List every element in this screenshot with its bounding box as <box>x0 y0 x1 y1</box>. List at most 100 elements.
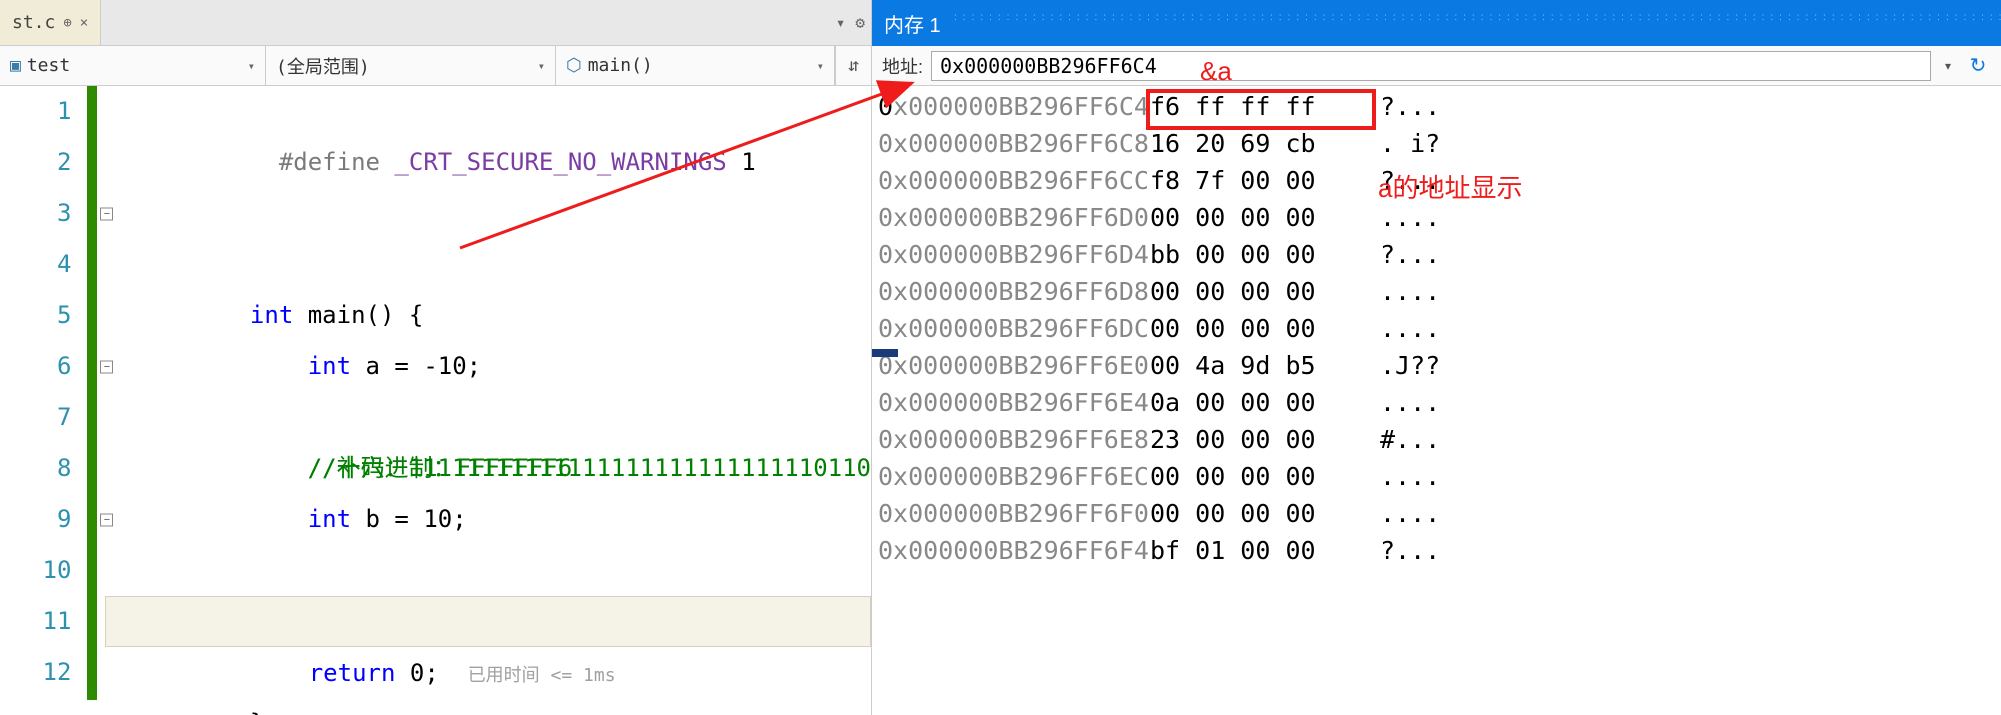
code-line[interactable]: //十六进制：FFFFFFF6 <box>105 392 871 443</box>
memory-address: 0x000000BB296FF6F4 <box>872 532 1150 569</box>
tab-overflow-icon[interactable]: ▾ <box>836 13 846 32</box>
memory-address: 0x000000BB296FF6F0 <box>872 495 1150 532</box>
editor-pane: st.c ⊕ × ▾ ⚙ ▣ test ▾ (全局范围) ▾ ⬡ main() … <box>0 0 872 715</box>
code-line[interactable]: } <box>105 647 871 698</box>
memory-address: 0x000000BB296FF6D8 <box>872 273 1150 310</box>
memory-row[interactable]: 0x000000BB296FF6E823 00 00 00#... <box>872 421 2001 458</box>
line-number: 3 <box>0 188 71 239</box>
memory-bytes: 00 00 00 00 <box>1150 273 1368 310</box>
line-number: 6 <box>0 341 71 392</box>
function-label: main() <box>588 55 653 76</box>
memory-row[interactable]: 0x000000BB296FF6CCf8 7f 00 00?... <box>872 162 2001 199</box>
grip-dots: ::::::::::::::::::::::::::::::::::::::::… <box>954 12 2001 34</box>
memory-ascii: ?... <box>1368 88 1440 125</box>
scroll-position-marker <box>872 349 898 357</box>
memory-row[interactable]: 0x000000BB296FF6E000 4a 9d b5.J?? <box>872 347 2001 384</box>
memory-row[interactable]: 0x000000BB296FF6C816 20 69 cb. i? <box>872 125 2001 162</box>
memory-ascii: .... <box>1368 495 1440 532</box>
memory-row[interactable]: 0x000000BB296FF6D800 00 00 00.... <box>872 273 2001 310</box>
memory-bytes: bf 01 00 00 <box>1150 532 1368 569</box>
code-line[interactable]: − int main() { <box>105 188 871 239</box>
memory-ascii: .... <box>1368 384 1440 421</box>
chevron-down-icon[interactable]: ▾ <box>1939 59 1957 73</box>
memory-address: 0x000000BB296FF6D4 <box>872 236 1150 273</box>
memory-pane: 内存 1 :::::::::::::::::::::::::::::::::::… <box>872 0 2001 715</box>
code-column[interactable]: #define _CRT_SECURE_NO_WARNINGS 1 − int … <box>87 86 871 715</box>
chevron-down-icon: ▾ <box>248 59 255 73</box>
memory-address: 0x000000BB296FF6C8 <box>872 125 1150 162</box>
memory-ascii: .... <box>1368 273 1440 310</box>
chevron-down-icon: ▾ <box>538 59 545 73</box>
line-number: 1 <box>0 86 71 137</box>
memory-bytes: 00 00 00 00 <box>1150 458 1368 495</box>
memory-ascii: . i? <box>1368 125 1440 162</box>
memory-row[interactable]: 0x000000BB296FF6D000 00 00 00.... <box>872 199 2001 236</box>
scope-dropdown[interactable]: ▣ test ▾ <box>0 46 266 85</box>
memory-row[interactable]: 0x000000BB296FF6E40a 00 00 00.... <box>872 384 2001 421</box>
code-line[interactable]: int a = -10; <box>105 290 871 341</box>
line-number: 5 <box>0 290 71 341</box>
namespace-dropdown[interactable]: (全局范围) ▾ <box>266 46 556 85</box>
split-toggle[interactable]: ⇵ <box>835 46 871 85</box>
memory-ascii: .... <box>1368 458 1440 495</box>
memory-rows-area[interactable]: 0x000000BB296FF6C4f6 ff ff ff?...0x00000… <box>872 86 2001 715</box>
memory-bytes: f8 7f 00 00 <box>1150 162 1368 199</box>
code-area[interactable]: 1 2 3 4 5 6 7 8 9 10 11 12 #define _CRT_… <box>0 86 871 715</box>
memory-ascii: .J?? <box>1368 347 1440 384</box>
address-input[interactable] <box>931 51 1931 81</box>
file-tab[interactable]: st.c ⊕ × <box>0 0 101 45</box>
project-icon: ▣ <box>10 55 21 76</box>
line-number: 8 <box>0 443 71 494</box>
namespace-label: (全局范围) <box>276 53 370 79</box>
line-number: 2 <box>0 137 71 188</box>
memory-ascii: ?... <box>1368 532 1440 569</box>
gear-icon[interactable]: ⚙ <box>855 13 865 32</box>
code-line-current[interactable]: return 0; 已用时间 <= 1ms <box>105 596 871 647</box>
memory-address: 0x000000BB296FF6E8 <box>872 421 1150 458</box>
line-number: 12 <box>0 647 71 698</box>
code-line[interactable] <box>105 137 871 188</box>
tab-filename: st.c <box>12 12 55 33</box>
memory-row[interactable]: 0x000000BB296FF6D4bb 00 00 00?... <box>872 236 2001 273</box>
memory-row[interactable]: 0x000000BB296FF6F000 00 00 00.... <box>872 495 2001 532</box>
memory-address: 0x000000BB296FF6C4 <box>872 88 1150 125</box>
memory-ascii: #... <box>1368 421 1440 458</box>
memory-title: 内存 1 <box>884 9 941 38</box>
code-line[interactable]: //十六进制：0000000A <box>105 545 871 596</box>
code-line[interactable]: − //补码：11111111111111111111111111110110 <box>105 341 871 392</box>
memory-row[interactable]: 0x000000BB296FF6DC00 00 00 00.... <box>872 310 2001 347</box>
memory-row[interactable]: 0x000000BB296FF6C4f6 ff ff ff?... <box>872 88 2001 125</box>
memory-title-bar[interactable]: 内存 1 :::::::::::::::::::::::::::::::::::… <box>872 0 2001 46</box>
fold-toggle[interactable]: − <box>100 360 113 373</box>
memory-address: 0x000000BB296FF6EC <box>872 458 1150 495</box>
code-line[interactable] <box>105 239 871 290</box>
code-line[interactable]: #define _CRT_SECURE_NO_WARNINGS 1 <box>105 86 871 137</box>
refresh-icon[interactable]: ↻ <box>1965 53 1991 78</box>
memory-row[interactable]: 0x000000BB296FF6EC00 00 00 00.... <box>872 458 2001 495</box>
memory-ascii: ?... <box>1368 236 1440 273</box>
code-line[interactable]: int b = 10; <box>105 443 871 494</box>
memory-row[interactable]: 0x000000BB296FF6F4bf 01 00 00?... <box>872 532 2001 569</box>
line-number: 11 <box>0 596 71 647</box>
memory-address: 0x000000BB296FF6D0 <box>872 199 1150 236</box>
fold-toggle[interactable]: − <box>100 513 113 526</box>
memory-bytes: 00 4a 9d b5 <box>1150 347 1368 384</box>
change-margin <box>87 86 97 700</box>
memory-bytes: 00 00 00 00 <box>1150 495 1368 532</box>
close-icon[interactable]: × <box>80 15 88 31</box>
fold-toggle[interactable]: − <box>100 207 113 220</box>
memory-address: 0x000000BB296FF6E0 <box>872 347 1150 384</box>
code-line[interactable]: − //补码：00000000000000000000000000001010 <box>105 494 871 545</box>
memory-bytes: 0a 00 00 00 <box>1150 384 1368 421</box>
memory-bytes: 00 00 00 00 <box>1150 310 1368 347</box>
memory-bytes: 23 00 00 00 <box>1150 421 1368 458</box>
scope-label: test <box>27 55 70 76</box>
address-bar: 地址: ▾ ↻ <box>872 46 2001 86</box>
memory-ascii: .... <box>1368 310 1440 347</box>
memory-address: 0x000000BB296FF6DC <box>872 310 1150 347</box>
memory-address: 0x000000BB296FF6CC <box>872 162 1150 199</box>
line-number-gutter: 1 2 3 4 5 6 7 8 9 10 11 12 <box>0 86 87 715</box>
function-dropdown[interactable]: ⬡ main() ▾ <box>556 46 835 85</box>
memory-ascii: ?... <box>1368 162 1440 199</box>
pin-icon[interactable]: ⊕ <box>63 15 71 31</box>
